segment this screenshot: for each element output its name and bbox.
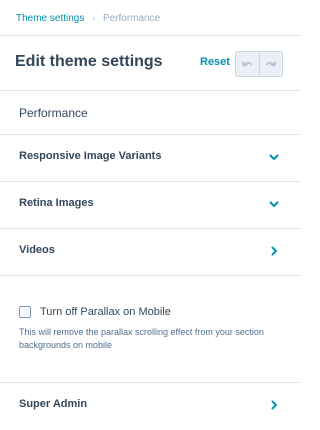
row-label: Responsive Image Variants <box>19 150 162 162</box>
breadcrumb-separator: › <box>92 13 96 23</box>
undo-button[interactable] <box>236 52 259 76</box>
header-divider <box>0 90 300 91</box>
undo-icon <box>242 61 253 67</box>
row-label: Videos <box>19 244 55 256</box>
row-retina-images[interactable]: Retina Images <box>0 181 300 228</box>
row-videos[interactable]: Videos <box>0 228 300 275</box>
chevron-right-icon <box>271 246 277 256</box>
row-divider <box>0 275 300 276</box>
parallax-checkbox-control[interactable]: Turn off Parallax on Mobile <box>19 306 289 318</box>
reset-button[interactable]: Reset <box>200 56 230 68</box>
chevron-down-icon <box>269 154 279 160</box>
section-title: Performance <box>19 106 88 120</box>
row-responsive-image-variants[interactable]: Responsive Image Variants <box>0 134 300 181</box>
breadcrumb-current: Performance <box>102 13 161 24</box>
parallax-checkbox[interactable] <box>19 306 31 318</box>
row-label: Super Admin <box>19 398 88 410</box>
breadcrumb: Theme settings › Performance <box>16 11 160 25</box>
breadcrumb-theme-settings-link[interactable]: Theme settings <box>16 13 84 24</box>
chevron-down-icon <box>269 201 279 207</box>
redo-button[interactable] <box>258 52 283 76</box>
parallax-help-text: This will remove the parallax scrolling … <box>19 327 264 350</box>
chevron-right-icon <box>271 400 277 410</box>
parallax-checkbox-label: Turn off Parallax on Mobile <box>40 306 171 318</box>
redo-icon <box>265 61 276 67</box>
breadcrumb-divider <box>0 35 300 36</box>
page-title: Edit theme settings <box>15 53 163 70</box>
row-label: Retina Images <box>19 197 94 209</box>
row-super-admin[interactable]: Super Admin <box>0 382 300 429</box>
undo-redo-group <box>235 51 283 77</box>
parallax-setting: Turn off Parallax on Mobile This will re… <box>19 306 289 352</box>
